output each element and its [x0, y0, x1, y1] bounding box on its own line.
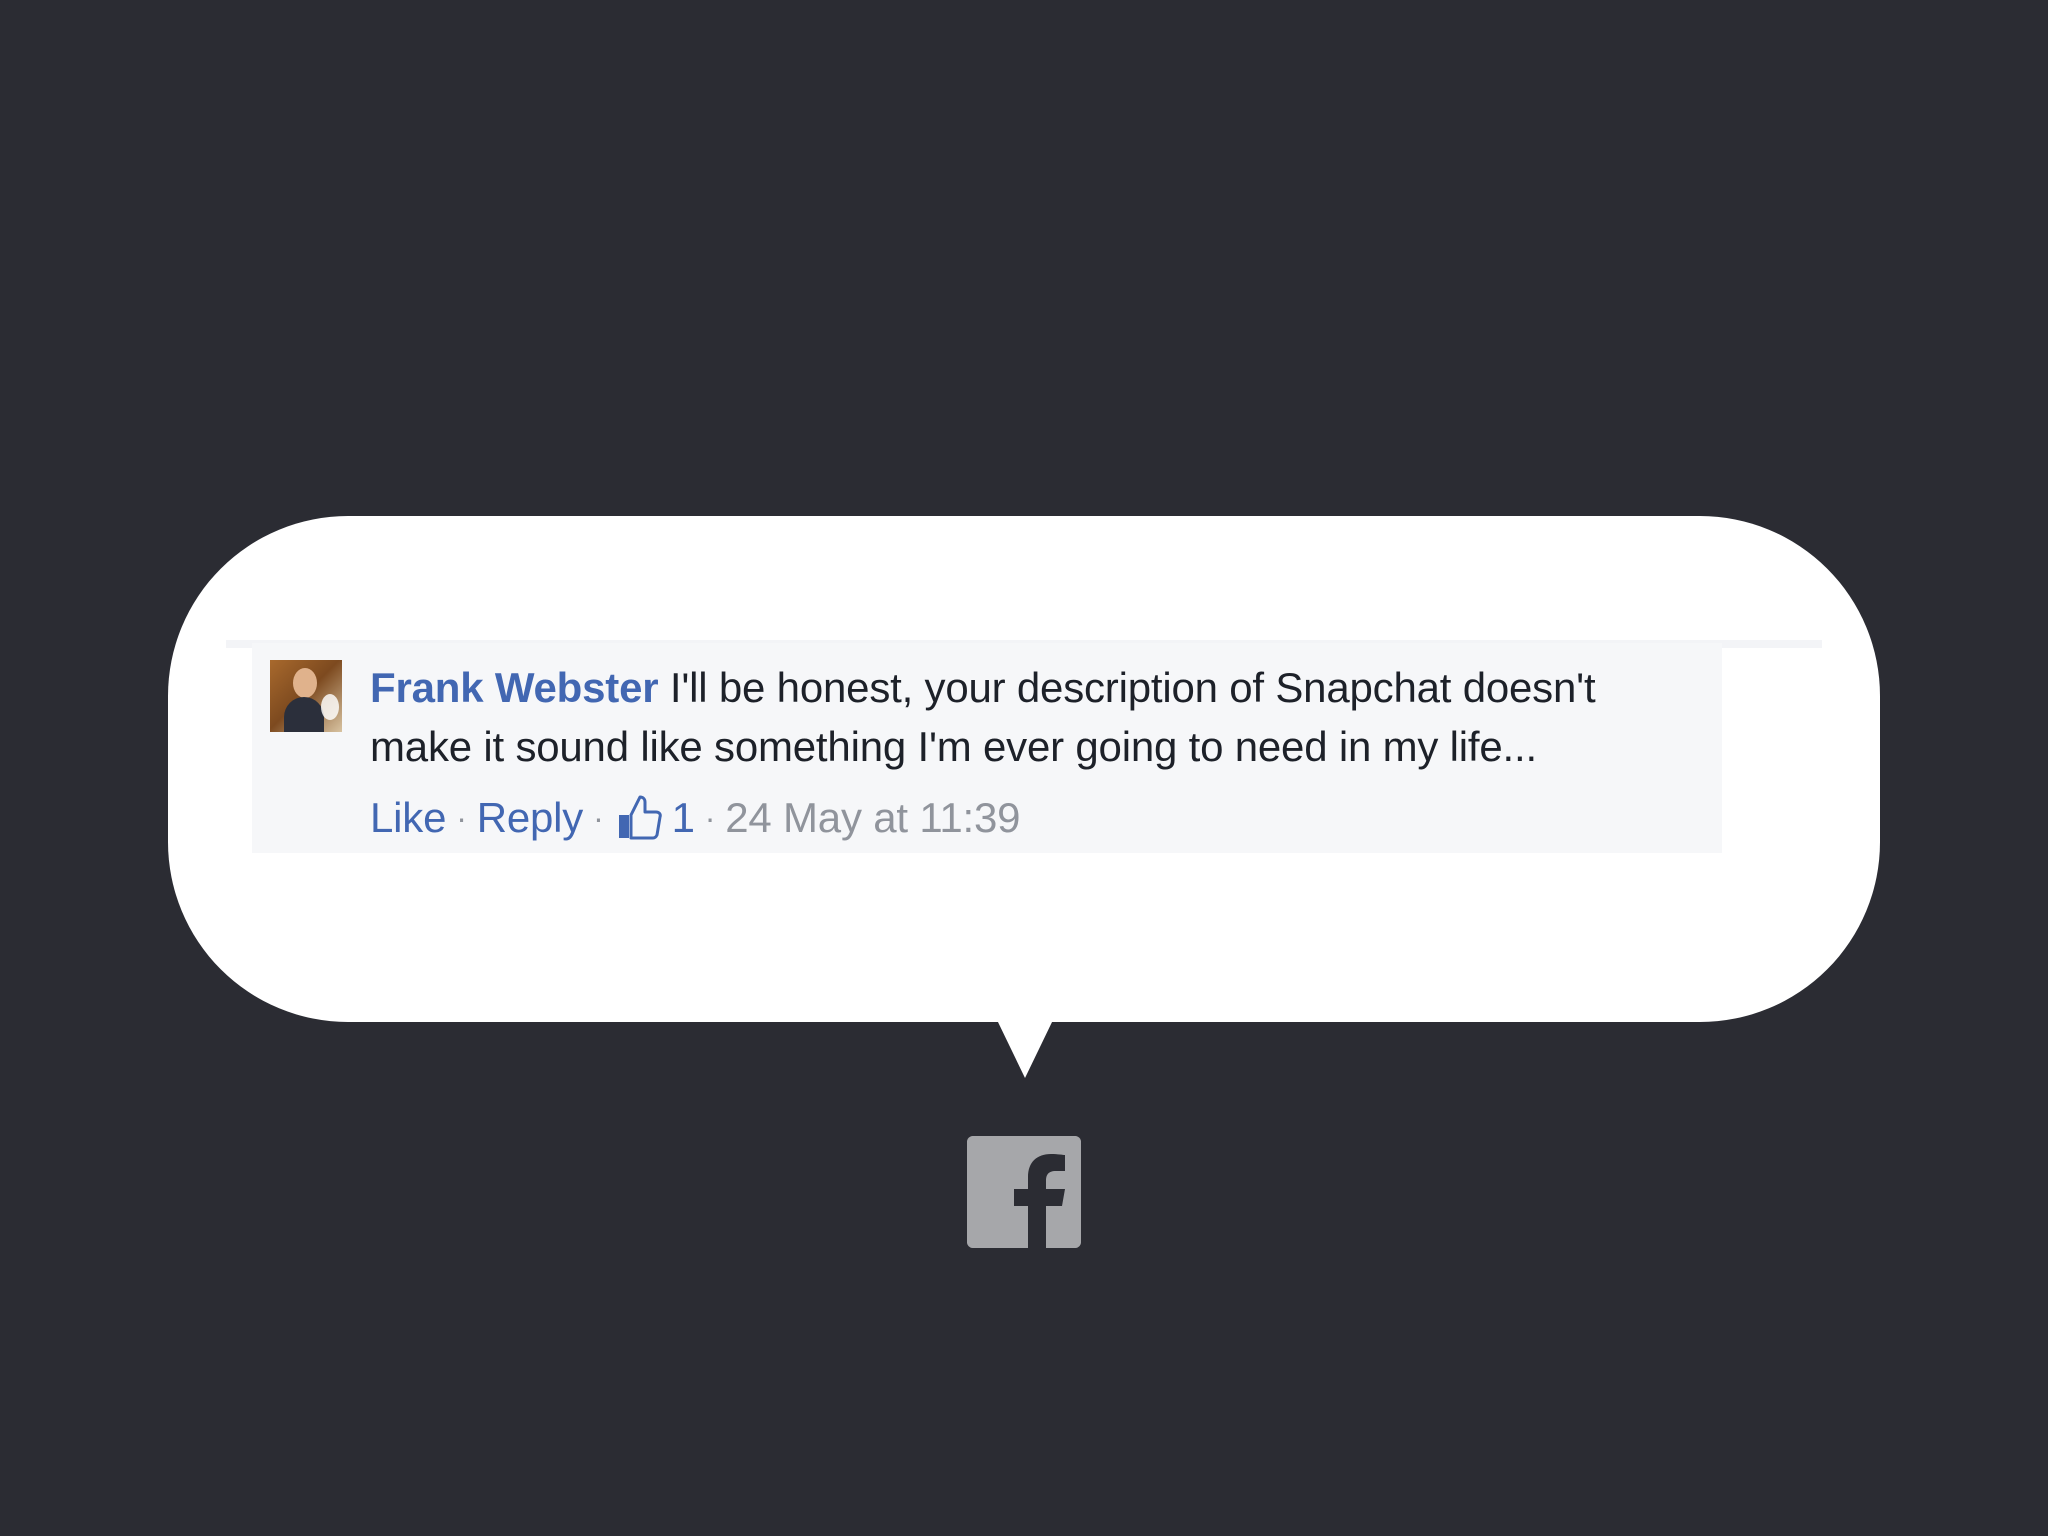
- avatar[interactable]: [270, 660, 342, 732]
- like-count-value: 1: [671, 794, 695, 841]
- action-separator: ·: [456, 800, 467, 836]
- action-separator: ·: [593, 800, 604, 836]
- author-name[interactable]: Frank Webster: [370, 664, 659, 711]
- facebook-icon: [967, 1136, 1081, 1248]
- thumbs-up-icon: [618, 795, 662, 840]
- action-separator: ·: [704, 800, 716, 836]
- avatar-light: [321, 694, 339, 720]
- speech-bubble-tail: [997, 1020, 1053, 1078]
- reply-link[interactable]: Reply: [477, 792, 584, 844]
- comment-text: Frank Webster I'll be honest, your descr…: [370, 658, 1700, 776]
- timestamp: 24 May at 11:39: [725, 794, 1021, 841]
- like-link[interactable]: Like: [370, 792, 446, 844]
- comment-actions: Like · Reply · 1 · 24 May at 11:39: [370, 792, 1021, 844]
- like-count[interactable]: 1: [614, 792, 695, 844]
- avatar-face: [293, 668, 317, 698]
- avatar-body: [284, 697, 324, 732]
